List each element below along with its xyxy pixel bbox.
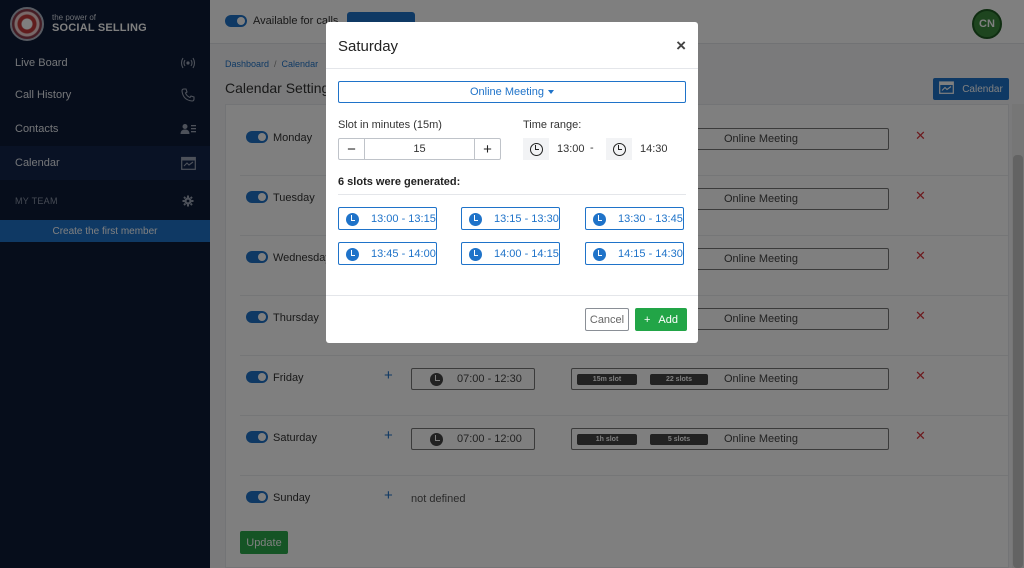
plus-icon: + xyxy=(643,313,651,326)
modal-title: Saturday xyxy=(338,38,399,55)
slot-button[interactable]: 13:45 - 14:00 xyxy=(338,242,437,265)
slot-button[interactable]: 13:15 - 13:30 xyxy=(461,207,560,230)
clock-icon xyxy=(469,248,482,261)
close-icon[interactable]: × xyxy=(676,36,686,56)
range-label: Time range: xyxy=(523,119,582,131)
end-time[interactable]: 14:30 xyxy=(606,138,668,160)
add-button-label: Add xyxy=(658,313,678,326)
end-time-value: 14:30 xyxy=(640,143,668,155)
clock-icon xyxy=(469,213,482,226)
slot-button[interactable]: 14:00 - 14:15 xyxy=(461,242,560,265)
slot-time: 13:15 - 13:30 xyxy=(494,213,559,225)
range-separator: - xyxy=(590,142,594,154)
slot-button[interactable]: 13:30 - 13:45 xyxy=(585,207,684,230)
clock-icon xyxy=(346,248,359,261)
clock-icon xyxy=(593,248,606,261)
cancel-button[interactable]: Cancel xyxy=(585,308,629,331)
add-button[interactable]: + Add xyxy=(635,308,687,331)
slot-time: 13:45 - 14:00 xyxy=(371,248,436,260)
start-time-value: 13:00 xyxy=(557,143,585,155)
slot-time: 14:00 - 14:15 xyxy=(494,248,559,260)
generated-title: 6 slots were generated: xyxy=(338,176,461,188)
start-time[interactable]: 13:00 xyxy=(523,138,585,160)
meeting-type-value: Online Meeting xyxy=(470,86,544,98)
increment-button[interactable]: + xyxy=(474,139,500,159)
slot-time: 13:30 - 13:45 xyxy=(618,213,683,225)
decrement-button[interactable]: − xyxy=(339,139,365,159)
slot-value[interactable]: 15 xyxy=(365,143,474,155)
slot-modal: Saturday × Online Meeting Slot in minute… xyxy=(326,22,698,343)
meeting-type-dropdown[interactable]: Online Meeting xyxy=(338,81,686,103)
slot-label: Slot in minutes (15m) xyxy=(338,119,442,131)
slot-time: 13:00 - 13:15 xyxy=(371,213,436,225)
clock-icon xyxy=(593,213,606,226)
slot-time: 14:15 - 14:30 xyxy=(618,248,683,260)
clock-icon xyxy=(606,138,632,160)
clock-icon xyxy=(346,213,359,226)
slot-button[interactable]: 14:15 - 14:30 xyxy=(585,242,684,265)
clock-icon xyxy=(523,138,549,160)
caret-down-icon xyxy=(548,90,554,94)
slot-button[interactable]: 13:00 - 13:15 xyxy=(338,207,437,230)
slot-stepper: − 15 + xyxy=(338,138,501,160)
